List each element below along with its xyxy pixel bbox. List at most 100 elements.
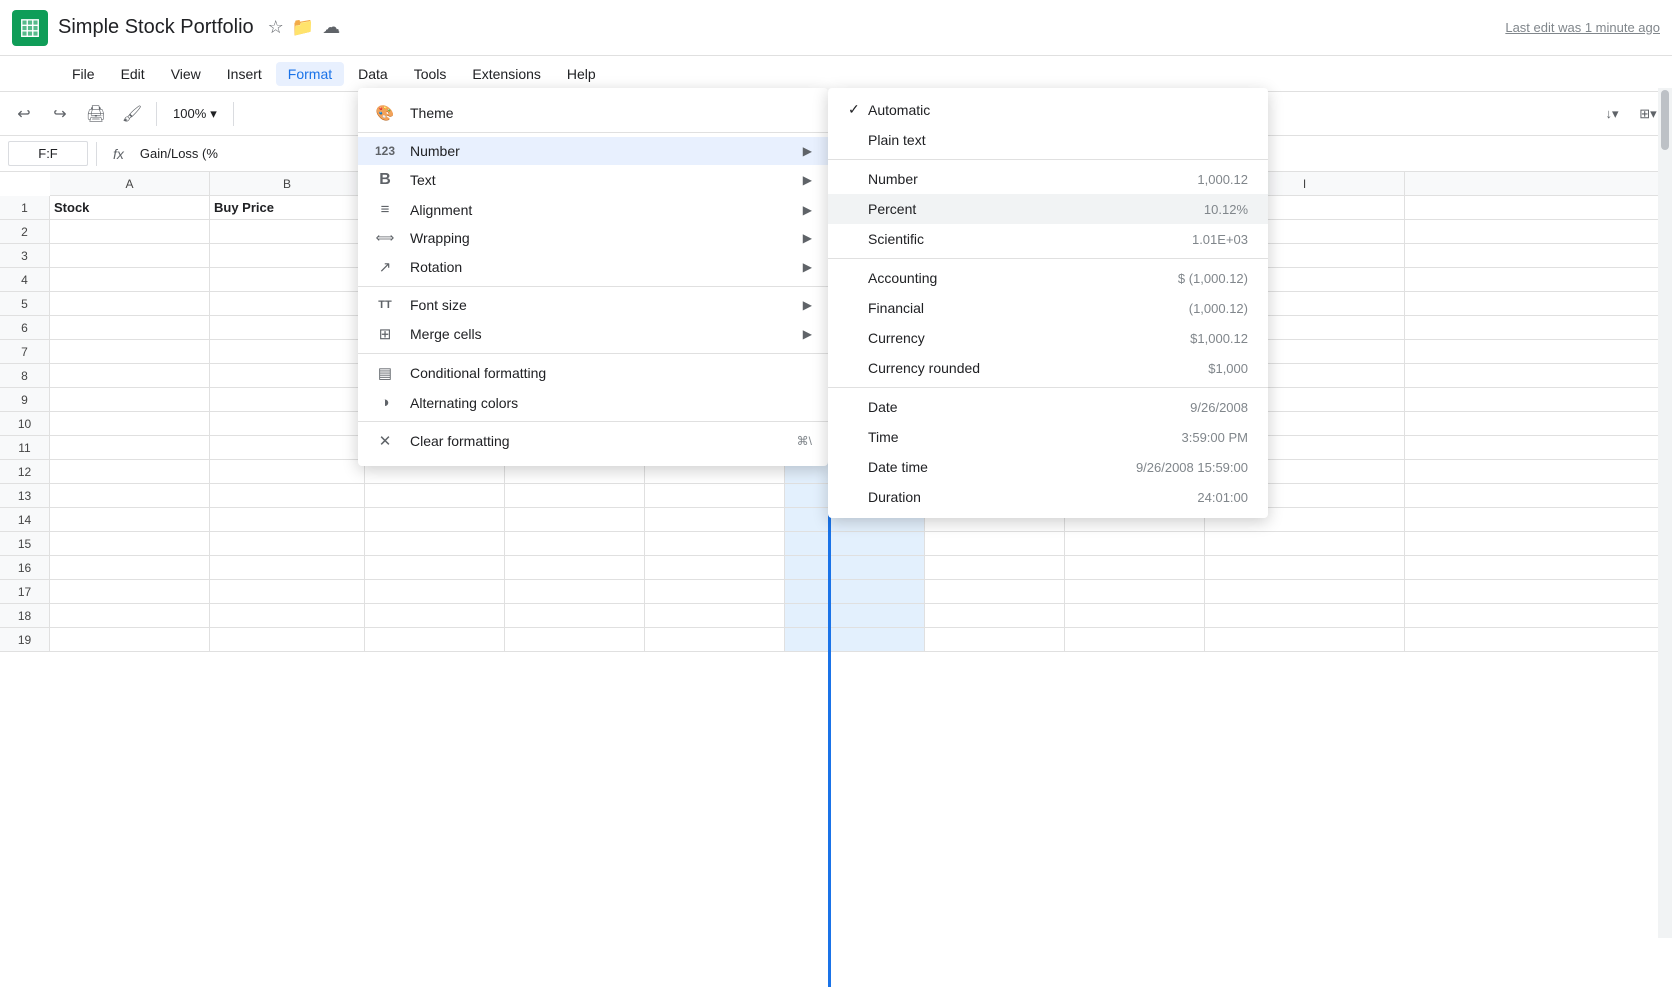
cell-d18[interactable] [505,604,645,627]
cell-a12[interactable] [50,460,210,483]
cell-a19[interactable] [50,628,210,651]
cell-b18[interactable] [210,604,365,627]
format-number-item[interactable]: 123 Number ▶ [358,137,828,165]
cell-b3[interactable] [210,244,365,267]
cell-e19[interactable] [645,628,785,651]
cell-c18[interactable] [365,604,505,627]
cell-e15[interactable] [645,532,785,555]
cell-f19[interactable] [785,628,925,651]
cell-e18[interactable] [645,604,785,627]
col-header-a[interactable]: A [50,172,210,195]
cell-a2[interactable] [50,220,210,243]
format-wrapping-item[interactable]: ⟺ Wrapping ▶ [358,224,828,252]
cell-c16[interactable] [365,556,505,579]
cell-b19[interactable] [210,628,365,651]
cell-c17[interactable] [365,580,505,603]
cloud-icon[interactable]: ☁ [322,17,340,38]
cell-a8[interactable] [50,364,210,387]
cell-d16[interactable] [505,556,645,579]
menu-view[interactable]: View [159,62,213,86]
cell-i16[interactable] [1205,556,1405,579]
menu-help[interactable]: Help [555,62,608,86]
cell-a7[interactable] [50,340,210,363]
menu-format[interactable]: Format [276,62,344,86]
cell-d19[interactable] [505,628,645,651]
cell-d15[interactable] [505,532,645,555]
submenu-automatic-item[interactable]: ✓ Automatic [828,94,1268,125]
cell-a15[interactable] [50,532,210,555]
cell-i18[interactable] [1205,604,1405,627]
format-mergecells-item[interactable]: ⊞ Merge cells ▶ [358,319,828,349]
cell-b5[interactable] [210,292,365,315]
cell-a17[interactable] [50,580,210,603]
cell-a9[interactable] [50,388,210,411]
cell-e16[interactable] [645,556,785,579]
cell-a11[interactable] [50,436,210,459]
cell-e13[interactable] [645,484,785,507]
cell-h18[interactable] [1065,604,1205,627]
cell-b10[interactable] [210,412,365,435]
submenu-duration-item[interactable]: Duration 24:01:00 [828,482,1268,512]
submenu-date-item[interactable]: Date 9/26/2008 [828,392,1268,422]
cell-a14[interactable] [50,508,210,531]
cell-i15[interactable] [1205,532,1405,555]
submenu-datetime-item[interactable]: Date time 9/26/2008 15:59:00 [828,452,1268,482]
submenu-financial-item[interactable]: Financial (1,000.12) [828,293,1268,323]
format-rotation-item[interactable]: ↗ Rotation ▶ [358,252,828,282]
scrollbar-thumb[interactable] [1661,90,1669,150]
cell-g15[interactable] [925,532,1065,555]
cell-f17[interactable] [785,580,925,603]
col-header-b[interactable]: B [210,172,365,195]
cell-a10[interactable] [50,412,210,435]
cell-b4[interactable] [210,268,365,291]
star-icon[interactable]: ☆ [268,17,284,38]
scrollbar[interactable] [1658,88,1672,938]
submenu-percent-item[interactable]: Percent 10.12% [828,194,1268,224]
last-edit[interactable]: Last edit was 1 minute ago [1505,20,1660,35]
cell-e14[interactable] [645,508,785,531]
cell-c13[interactable] [365,484,505,507]
format-theme-item[interactable]: 🎨 Theme [358,98,828,128]
menu-data[interactable]: Data [346,62,400,86]
cell-c19[interactable] [365,628,505,651]
menu-edit[interactable]: Edit [109,62,157,86]
download-button[interactable]: ↓▾ [1596,98,1628,130]
cell-g17[interactable] [925,580,1065,603]
format-text-item[interactable]: B Text ▶ [358,165,828,195]
cell-b2[interactable] [210,220,365,243]
cell-f16[interactable] [785,556,925,579]
cell-c15[interactable] [365,532,505,555]
cell-a4[interactable] [50,268,210,291]
folder-icon[interactable]: 📁 [292,17,314,38]
format-conditional-item[interactable]: ▤ Conditional formatting [358,358,828,388]
cell-a13[interactable] [50,484,210,507]
submenu-time-item[interactable]: Time 3:59:00 PM [828,422,1268,452]
cell-h16[interactable] [1065,556,1205,579]
menu-extensions[interactable]: Extensions [460,62,552,86]
cell-f18[interactable] [785,604,925,627]
submenu-number-item[interactable]: Number 1,000.12 [828,164,1268,194]
format-alternating-item[interactable]: ◑ Alternating colors [358,388,828,417]
paint-format-button[interactable]: 🖌 [116,98,148,130]
cell-b11[interactable] [210,436,365,459]
cell-c14[interactable] [365,508,505,531]
cell-d13[interactable] [505,484,645,507]
cell-b1[interactable]: Buy Price [210,196,365,219]
menu-tools[interactable]: Tools [402,62,459,86]
zoom-control[interactable]: 100% ▾ [165,98,225,130]
cell-b17[interactable] [210,580,365,603]
format-fontsize-item[interactable]: TT Font size ▶ [358,291,828,319]
cell-g16[interactable] [925,556,1065,579]
format-alignment-item[interactable]: ≡ Alignment ▶ [358,195,828,224]
cell-a3[interactable] [50,244,210,267]
cell-i17[interactable] [1205,580,1405,603]
print-button[interactable]: 🖨 [80,98,112,130]
format-clear-item[interactable]: ✕ Clear formatting ⌘\ [358,426,828,456]
cell-b15[interactable] [210,532,365,555]
cell-b12[interactable] [210,460,365,483]
cell-d14[interactable] [505,508,645,531]
menu-file[interactable]: File [60,62,107,86]
cell-e17[interactable] [645,580,785,603]
cell-h17[interactable] [1065,580,1205,603]
redo-button[interactable]: ↪ [44,98,76,130]
